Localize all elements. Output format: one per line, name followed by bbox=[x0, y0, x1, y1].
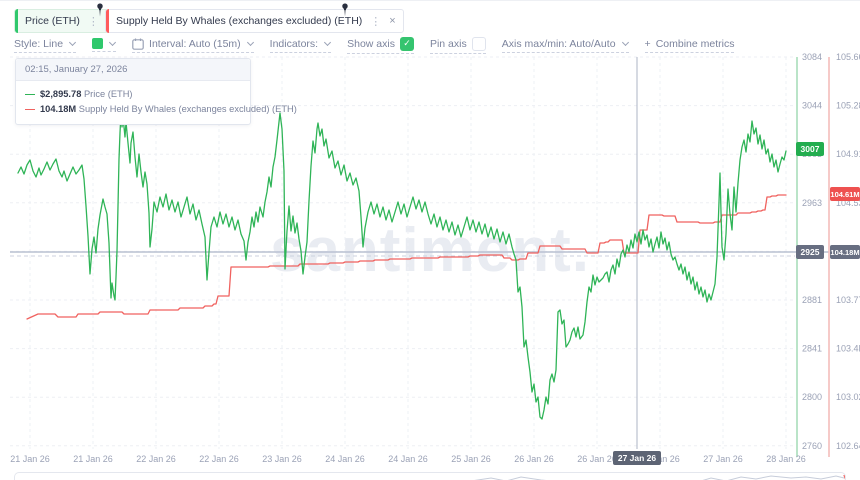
color-swatch-dropdown[interactable] bbox=[92, 38, 116, 52]
svg-text:27 Jan 26: 27 Jan 26 bbox=[618, 453, 657, 463]
svg-text:21 Jan 26: 21 Jan 26 bbox=[73, 454, 113, 464]
price-series-dash: — bbox=[25, 87, 35, 102]
svg-text:25 Jan 26: 25 Jan 26 bbox=[451, 454, 491, 464]
svg-text:26 Jan 26: 26 Jan 26 bbox=[514, 454, 554, 464]
svg-text:2841: 2841 bbox=[802, 344, 822, 354]
chart-toolbar: Style: Line Interval: Auto (15m) Indicat… bbox=[14, 37, 734, 53]
crosshair-supply-badge: 104.18M bbox=[830, 245, 860, 259]
chevron-down-icon bbox=[247, 39, 254, 46]
svg-text:27 Jan 26: 27 Jan 26 bbox=[703, 454, 743, 464]
svg-text:2760: 2760 bbox=[802, 441, 822, 451]
combine-metrics-button[interactable]: + Combine metrics bbox=[645, 38, 735, 53]
indicators-label: Indicators: bbox=[270, 38, 318, 50]
price-last-value-badge: 3007 bbox=[796, 142, 824, 156]
tooltip-price-label: Price (ETH) bbox=[84, 89, 133, 99]
checkbox-empty[interactable] bbox=[472, 37, 486, 51]
supply-last-value-badge: 104.61M bbox=[830, 187, 860, 201]
timeline-minimap[interactable] bbox=[14, 472, 846, 480]
svg-text:24 Jan 26: 24 Jan 26 bbox=[325, 454, 365, 464]
supply-series-dash: — bbox=[25, 102, 35, 117]
svg-text:21 Jan 26: 21 Jan 26 bbox=[10, 454, 50, 464]
tooltip-row-price: — $2,895.78 Price (ETH) bbox=[25, 87, 241, 102]
svg-text:26 Jan 26: 26 Jan 26 bbox=[577, 454, 617, 464]
show-axis-toggle[interactable]: Show axis ✓ bbox=[347, 37, 414, 54]
show-axis-label: Show axis bbox=[347, 38, 395, 50]
color-swatch bbox=[92, 38, 103, 49]
chevron-down-icon bbox=[324, 39, 331, 46]
svg-text:104.61M: 104.61M bbox=[830, 190, 859, 199]
pin-icon[interactable] bbox=[95, 3, 105, 17]
crosshair-price-badge: 2925 bbox=[796, 245, 824, 259]
tab-accent-bar bbox=[106, 9, 109, 33]
tooltip-datetime: 02:15, January 27, 2026 bbox=[16, 59, 250, 81]
chevron-down-icon bbox=[622, 39, 629, 46]
svg-text:2925: 2925 bbox=[801, 247, 820, 257]
svg-text:3084: 3084 bbox=[802, 53, 822, 62]
tab-label: Supply Held By Whales (exchanges exclude… bbox=[116, 15, 362, 27]
svg-text:103.02M: 103.02M bbox=[836, 392, 860, 402]
check-icon: ✓ bbox=[403, 38, 411, 49]
svg-text:105.28M: 105.28M bbox=[836, 101, 860, 111]
svg-text:104.18M: 104.18M bbox=[830, 248, 859, 257]
pin-axis-label: Pin axis bbox=[430, 38, 467, 50]
pin-icon[interactable] bbox=[340, 3, 350, 17]
chart-tooltip: 02:15, January 27, 2026 — $2,895.78 Pric… bbox=[15, 58, 251, 125]
tab-supply-whales[interactable]: Supply Held By Whales (exchanges exclude… bbox=[105, 9, 404, 33]
style-label: Style: Line bbox=[14, 38, 63, 50]
kebab-menu-icon[interactable]: ⋮ bbox=[370, 15, 381, 28]
calendar-icon bbox=[132, 38, 144, 50]
svg-text:3007: 3007 bbox=[801, 144, 820, 154]
svg-text:24 Jan 26: 24 Jan 26 bbox=[388, 454, 428, 464]
svg-text:22 Jan 26: 22 Jan 26 bbox=[136, 454, 176, 464]
svg-text:2963: 2963 bbox=[802, 198, 822, 208]
tab-accent-bar bbox=[15, 9, 18, 33]
x-axis-labels: 21 Jan 26 21 Jan 26 22 Jan 26 22 Jan 26 23 J… bbox=[10, 454, 806, 464]
interval-dropdown[interactable]: Interval: Auto (15m) bbox=[132, 38, 254, 53]
interval-label: Interval: Auto (15m) bbox=[149, 38, 241, 50]
minimap-line bbox=[21, 476, 844, 480]
pin-axis-toggle[interactable]: Pin axis bbox=[430, 37, 486, 54]
axis-maxmin-dropdown[interactable]: Axis max/min: Auto/Auto bbox=[502, 38, 629, 53]
metric-tab-bar: Price (ETH) ⋮ × Supply Held By Whales (e… bbox=[0, 1, 860, 35]
svg-text:103.77M: 103.77M bbox=[836, 295, 860, 305]
chevron-down-icon bbox=[109, 39, 116, 46]
close-icon[interactable]: × bbox=[389, 15, 395, 27]
series-line bbox=[18, 113, 786, 419]
svg-text:2881: 2881 bbox=[802, 295, 822, 305]
santiment-chart-app: Price (ETH) ⋮ × Supply Held By Whales (e… bbox=[0, 0, 860, 480]
svg-text:102.64M: 102.64M bbox=[836, 441, 860, 451]
svg-text:2800: 2800 bbox=[802, 392, 822, 402]
crosshair-date-badge: 27 Jan 26 bbox=[613, 451, 661, 465]
combine-metrics-label: Combine metrics bbox=[656, 38, 735, 50]
minimap-end-marker bbox=[844, 475, 845, 480]
indicators-dropdown[interactable]: Indicators: bbox=[270, 38, 331, 53]
tab-label: Price (ETH) bbox=[25, 15, 80, 27]
axis-maxmin-label: Axis max/min: Auto/Auto bbox=[502, 38, 616, 50]
svg-text:28 Jan 26: 28 Jan 26 bbox=[766, 454, 806, 464]
svg-text:23 Jan 26: 23 Jan 26 bbox=[262, 454, 302, 464]
tooltip-supply-value: 104.18M bbox=[40, 104, 76, 114]
svg-text:22 Jan 26: 22 Jan 26 bbox=[199, 454, 239, 464]
tooltip-row-supply: — 104.18M Supply Held By Whales (exchang… bbox=[25, 102, 241, 117]
svg-text:105.66M: 105.66M bbox=[836, 53, 860, 62]
svg-text:104.91M: 104.91M bbox=[836, 149, 860, 159]
minimap-sparkline bbox=[15, 474, 845, 480]
style-dropdown[interactable]: Style: Line bbox=[14, 38, 76, 53]
svg-text:3044: 3044 bbox=[802, 101, 822, 111]
tooltip-price-value: $2,895.78 bbox=[40, 89, 81, 99]
chevron-down-icon bbox=[69, 39, 76, 46]
checkbox-checked[interactable]: ✓ bbox=[400, 37, 414, 51]
plus-icon: + bbox=[645, 38, 651, 50]
tooltip-supply-label: Supply Held By Whales (exchanges exclude… bbox=[79, 104, 297, 114]
chart-area[interactable]: santiment. 3084105.66M3044105.28M3003104… bbox=[0, 53, 860, 469]
svg-text:103.4M: 103.4M bbox=[836, 344, 860, 354]
